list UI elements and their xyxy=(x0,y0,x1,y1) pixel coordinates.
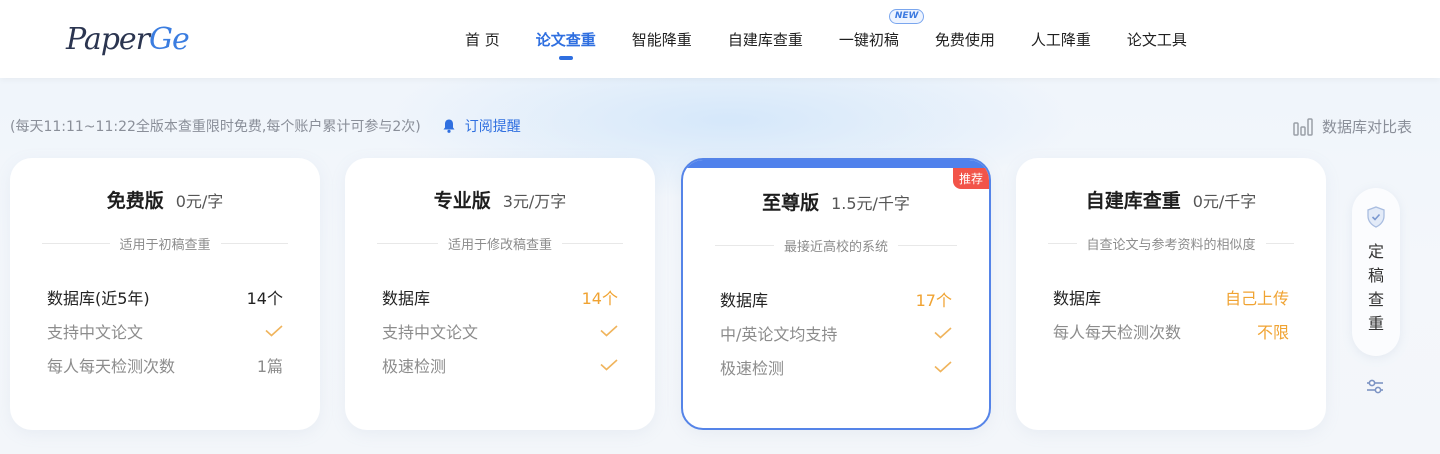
nav-free-use[interactable]: 免费使用 xyxy=(935,0,995,78)
compare-label: 数据库对比表 xyxy=(1321,118,1412,136)
feature-key: 极速检测 xyxy=(720,359,785,378)
promo-bar: (每天11:11~11:22全版本查重限时免费,每个账户累计可参与2次) 订阅提… xyxy=(10,116,521,136)
feature-row: 数据库(近5年) 14个 xyxy=(47,280,283,314)
feature-row: 支持中文论文 xyxy=(47,314,283,348)
promo-text: (每天11:11~11:22全版本查重限时免费,每个账户累计可参与2次) xyxy=(10,119,421,135)
nav-label: 论文工具 xyxy=(1126,30,1187,49)
nav-label: 首 页 xyxy=(465,30,500,49)
feature-row: 极速检测 xyxy=(382,348,618,382)
subscribe-reminder-link[interactable]: 订阅提醒 xyxy=(441,116,521,136)
plan-card-custom-db[interactable]: 自建库查重 0元/千字自查论文与参考资料的相似度数据库 自己上传每人每天检测次数 不限 xyxy=(1016,158,1326,430)
bar-chart-icon xyxy=(1293,117,1313,136)
feature-key: 每人每天检测次数 xyxy=(47,357,176,376)
feature-row: 数据库 自己上传 xyxy=(1053,280,1289,314)
card-header: 专业版 3元/万字 xyxy=(345,186,655,213)
settings-sliders-icon[interactable] xyxy=(1364,375,1386,397)
plan-subtitle-text: 适用于初稿查重 xyxy=(119,238,211,253)
feature-row: 每人每天检测次数 不限 xyxy=(1053,314,1289,348)
nav-paper-tools[interactable]: 论文工具 xyxy=(1127,0,1187,78)
feature-key: 支持中文论文 xyxy=(382,323,479,342)
plan-title: 至尊版 xyxy=(762,192,820,214)
feature-value: 1篇 xyxy=(256,357,283,376)
nav-label: 论文查重 xyxy=(535,30,596,49)
nav-one-click-draft[interactable]: 一键初稿 NEW xyxy=(838,0,925,78)
feature-key: 数据库(近5年) xyxy=(47,289,150,308)
nav-manual-rewrite[interactable]: 人工降重 xyxy=(1031,0,1091,78)
nav-smart-rewrite[interactable]: 智能降重 xyxy=(632,0,692,78)
new-badge: NEW xyxy=(888,9,925,24)
plan-subtitle-text: 适用于修改稿查重 xyxy=(448,238,553,253)
plan-subtitle-text: 自查论文与参考资料的相似度 xyxy=(1086,238,1256,253)
plan-subtitle: 最接近高校的系统 xyxy=(715,236,957,255)
feature-key: 支持中文论文 xyxy=(47,323,144,342)
top-header: PaperGe 首 页 论文查重 智能降重 自建库查重 一键初稿 NEW 免费使用 人工降重 论… xyxy=(0,0,1440,78)
plan-title: 专业版 xyxy=(433,190,491,212)
check-icon xyxy=(265,325,283,337)
feature-list: 数据库 自己上传每人每天检测次数 不限 xyxy=(1053,280,1289,348)
feature-key: 中/英论文均支持 xyxy=(720,325,838,344)
plan-price: 0元/千字 xyxy=(1192,192,1257,211)
feature-row: 数据库 14个 xyxy=(382,280,618,314)
logo[interactable]: PaperGe xyxy=(66,14,196,66)
final-draft-check-button[interactable]: 定稿查重 xyxy=(1352,188,1400,356)
featured-top-bar xyxy=(683,160,989,168)
nav-label: 人工降重 xyxy=(1030,30,1091,49)
feature-value: 不限 xyxy=(1256,323,1289,342)
feature-key: 数据库 xyxy=(720,291,769,310)
plan-subtitle-text: 最接近高校的系统 xyxy=(784,240,889,255)
plan-card-ultimate[interactable]: 推荐至尊版 1.5元/千字最接近高校的系统数据库 17个中/英论文均支持 极速检测 xyxy=(681,158,991,430)
plan-price: 1.5元/千字 xyxy=(831,194,910,213)
nav-label: 一键初稿 xyxy=(838,30,899,49)
card-header: 至尊版 1.5元/千字 xyxy=(683,188,989,215)
check-icon xyxy=(600,325,618,337)
feature-row: 每人每天检测次数 1篇 xyxy=(47,348,283,382)
final-draft-check-label: 定稿查重 xyxy=(1367,242,1384,333)
recommended-badge: 推荐 xyxy=(952,168,989,189)
plan-card-pro[interactable]: 专业版 3元/万字适用于修改稿查重数据库 14个支持中文论文 极速检测 xyxy=(345,158,655,430)
feature-key: 数据库 xyxy=(382,289,431,308)
card-header: 自建库查重 0元/千字 xyxy=(1016,186,1326,213)
plan-card-free[interactable]: 免费版 0元/字适用于初稿查重数据库(近5年) 14个支持中文论文每人每天检测次数 1… xyxy=(10,158,320,430)
shield-check-icon xyxy=(1367,206,1385,228)
nav-custom-db-check[interactable]: 自建库查重 xyxy=(728,0,803,78)
check-icon xyxy=(934,361,952,373)
feature-key: 极速检测 xyxy=(382,357,447,376)
plan-subtitle: 适用于初稿查重 xyxy=(42,234,288,253)
feature-list: 数据库 17个中/英论文均支持 极速检测 xyxy=(720,282,952,384)
nav-home[interactable]: 首 页 xyxy=(465,0,500,78)
bell-icon xyxy=(443,119,455,133)
plan-subtitle: 自查论文与参考资料的相似度 xyxy=(1048,234,1294,253)
feature-row: 数据库 17个 xyxy=(720,282,952,316)
feature-list: 数据库 14个支持中文论文 极速检测 xyxy=(382,280,618,382)
feature-list: 数据库(近5年) 14个支持中文论文每人每天检测次数 1篇 xyxy=(47,280,283,382)
plan-title: 免费版 xyxy=(106,190,164,212)
card-header: 免费版 0元/字 xyxy=(10,186,320,213)
feature-value: 17个 xyxy=(915,291,952,310)
plan-price: 3元/万字 xyxy=(502,192,567,211)
feature-value: 14个 xyxy=(246,289,283,308)
feature-key: 每人每天检测次数 xyxy=(1053,323,1182,342)
feature-key: 数据库 xyxy=(1053,289,1102,308)
feature-row: 支持中文论文 xyxy=(382,314,618,348)
feature-row: 极速检测 xyxy=(720,350,952,384)
nav-label: 免费使用 xyxy=(934,30,995,49)
feature-value: 自己上传 xyxy=(1224,289,1289,308)
database-compare-link[interactable]: 数据库对比表 xyxy=(1293,116,1412,137)
nav-label: 智能降重 xyxy=(631,30,692,49)
plan-title: 自建库查重 xyxy=(1085,190,1181,212)
plan-subtitle: 适用于修改稿查重 xyxy=(377,234,623,253)
nav-label: 自建库查重 xyxy=(727,30,803,49)
nav-plagiarism-check[interactable]: 论文查重 xyxy=(536,0,596,78)
main-nav: 首 页 论文查重 智能降重 自建库查重 一键初稿 NEW 免费使用 人工降重 论文工具 xyxy=(465,0,1223,78)
feature-row: 中/英论文均支持 xyxy=(720,316,952,350)
check-icon xyxy=(600,359,618,371)
check-icon xyxy=(934,327,952,339)
feature-value: 14个 xyxy=(581,289,618,308)
plan-price: 0元/字 xyxy=(175,192,224,211)
subscribe-label: 订阅提醒 xyxy=(464,119,521,135)
